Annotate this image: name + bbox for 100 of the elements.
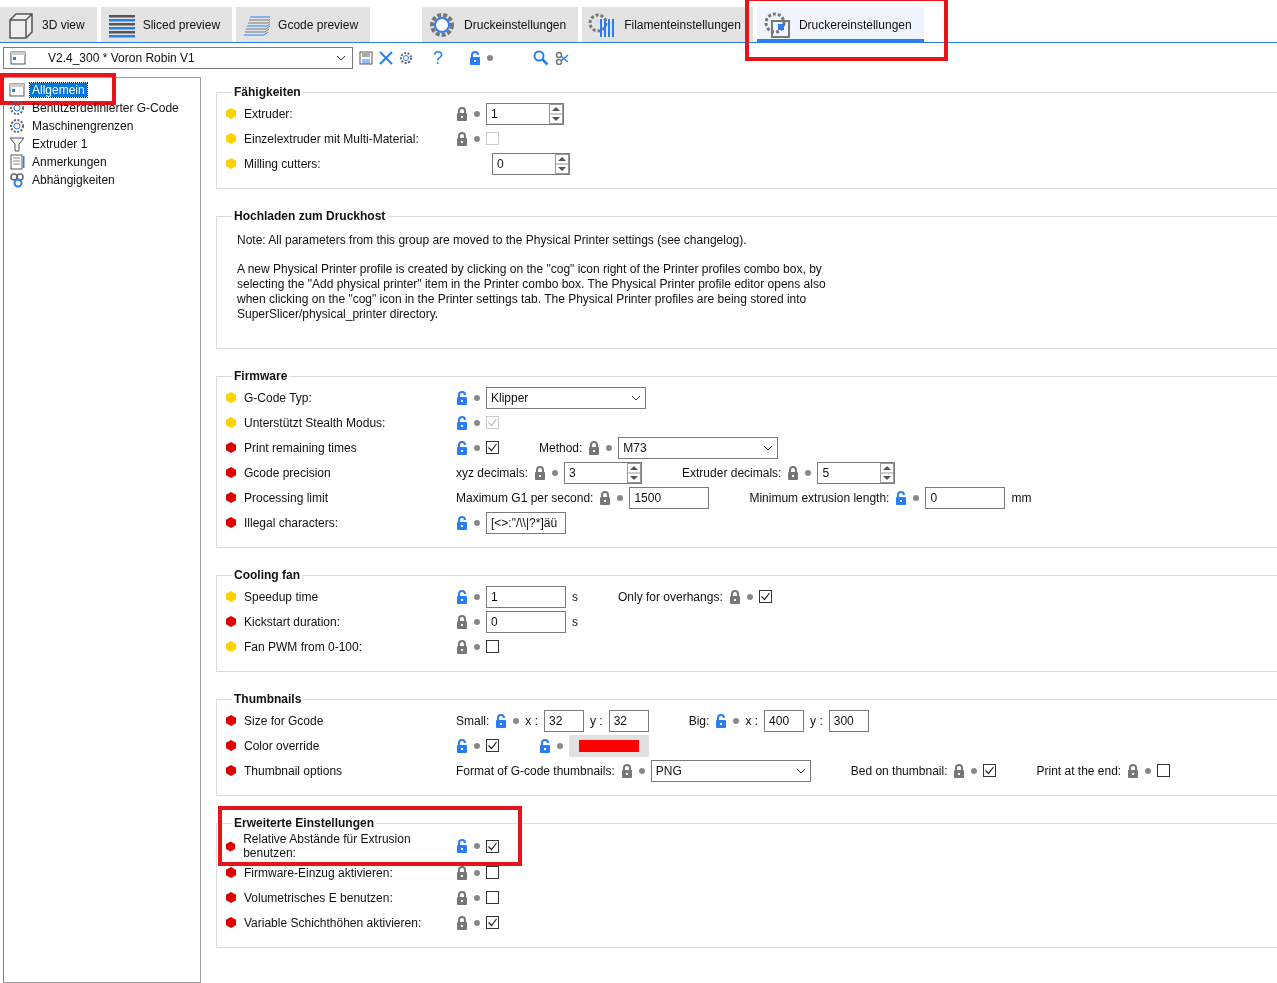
status-dot: [474, 618, 480, 625]
help-button[interactable]: ?: [419, 47, 463, 69]
unlock-icon[interactable]: [456, 440, 468, 455]
status-dot: [513, 717, 520, 724]
group-title: Erweiterte Einstellungen: [233, 816, 376, 830]
unlock-icon[interactable]: [495, 713, 508, 728]
unlock-icon[interactable]: [456, 589, 468, 604]
group-title: Hochladen zum Druckhost: [233, 209, 387, 223]
unlock-icon[interactable]: [895, 490, 908, 505]
checkbox[interactable]: [486, 640, 499, 653]
lock-icon[interactable]: [456, 639, 468, 654]
checkbox[interactable]: [486, 866, 499, 879]
checkbox[interactable]: [983, 764, 997, 777]
setting-label: Illegal characters:: [244, 515, 339, 530]
text-field[interactable]: 1: [486, 585, 566, 608]
spin-field[interactable]: 0: [492, 152, 570, 175]
lock-icon[interactable]: [620, 763, 633, 778]
text-field[interactable]: 1500: [629, 486, 710, 509]
lock-icon[interactable]: [456, 614, 468, 629]
setting-label: Volumetrisches E benutzen:: [244, 890, 393, 905]
lock-icon[interactable]: [456, 865, 468, 880]
status-dot: [474, 444, 480, 451]
lock-icon[interactable]: [456, 106, 468, 121]
unlock-icon[interactable]: [456, 839, 468, 853]
lock-icon[interactable]: [534, 465, 547, 480]
text-field[interactable]: 0: [486, 610, 566, 633]
checkbox[interactable]: [486, 839, 499, 853]
color-picker-button[interactable]: [569, 734, 649, 757]
checkbox[interactable]: [758, 590, 772, 603]
spin-arrows-icon[interactable]: [880, 462, 895, 483]
spin-arrows-icon[interactable]: [555, 153, 569, 174]
spin-field[interactable]: 1: [486, 102, 564, 125]
unlock-icon[interactable]: [469, 51, 481, 65]
lock-icon[interactable]: [787, 465, 800, 480]
lock-icon[interactable]: [456, 890, 468, 905]
settings-icon[interactable]: [399, 51, 413, 65]
text-field[interactable]: 0: [925, 486, 1006, 509]
checkbox[interactable]: [486, 891, 499, 904]
status-dot: [557, 742, 563, 749]
gears-icon: [9, 172, 25, 188]
unlock-icon[interactable]: [456, 738, 468, 753]
unlock-icon[interactable]: [456, 390, 468, 405]
preset-dropdown[interactable]: V2.4_300 * Voron Robin V1: [3, 47, 353, 69]
checkbox[interactable]: [486, 916, 499, 929]
lock-icon[interactable]: [1127, 763, 1140, 778]
tab[interactable]: Filamenteinstellungen: [582, 7, 753, 42]
unlock-icon[interactable]: [539, 738, 551, 753]
setting-label: Milling cutters:: [244, 156, 321, 171]
spin-arrows-icon[interactable]: [549, 103, 563, 124]
tree-item[interactable]: Extruder 1: [30, 137, 90, 151]
text-field[interactable]: [<>:"/\\|?*]äü: [486, 511, 566, 534]
unlock-icon[interactable]: [456, 515, 468, 530]
number-field[interactable]: 32: [608, 709, 649, 732]
tree-item[interactable]: Abhängigkeiten: [30, 173, 117, 187]
lock-icon[interactable]: [588, 440, 601, 455]
lock-icon[interactable]: [728, 589, 741, 604]
checkbox[interactable]: [486, 739, 499, 752]
setting-label: Fan PWM from 0-100:: [244, 639, 363, 654]
tab[interactable]: Druckereinstellungen: [756, 7, 924, 42]
status-dot: [474, 843, 480, 849]
number-field[interactable]: 32: [544, 709, 584, 732]
lock-icon[interactable]: [456, 915, 468, 930]
save-icon[interactable]: [359, 51, 373, 65]
lock-icon[interactable]: [953, 763, 966, 778]
status-dot: [474, 519, 480, 526]
field-label: Big:: [688, 713, 710, 728]
chevron-icon: [631, 394, 641, 401]
unlock-icon[interactable]: [456, 415, 468, 430]
tree-item[interactable]: Maschinengrenzen: [30, 119, 136, 133]
dropdown[interactable]: PNG: [650, 759, 811, 782]
spin-arrows-icon[interactable]: [627, 462, 642, 483]
lock-icon[interactable]: [599, 490, 612, 505]
spin-field[interactable]: 5: [817, 461, 896, 484]
tree-item[interactable]: Allgemein: [30, 83, 87, 97]
number-field[interactable]: 300: [828, 709, 869, 732]
dropdown[interactable]: M73: [618, 436, 779, 459]
close-icon[interactable]: [379, 51, 393, 65]
lock-icon[interactable]: [456, 131, 468, 146]
spin-field[interactable]: 3: [564, 461, 643, 484]
tab[interactable]: Gcode preview: [236, 7, 371, 42]
setting-label: G-Code Typ:: [244, 390, 312, 405]
number-field[interactable]: 400: [764, 709, 805, 732]
tab[interactable]: Druckeinstellungen: [422, 7, 579, 42]
status-dot: [474, 419, 480, 426]
dropdown[interactable]: Klipper: [486, 386, 646, 409]
checkbox[interactable]: [486, 441, 499, 454]
search-icon[interactable]: [533, 50, 549, 66]
tree-item[interactable]: Benutzerdefinierter G-Code: [30, 101, 181, 115]
field-label: Only for overhangs:: [618, 589, 723, 604]
tab[interactable]: Sliced preview: [100, 7, 233, 42]
info-text: A new Physical Printer profile is created by clicking on the "cog" icon right of the Printer profiles combo box, by selecting the "Add physical printer" item in the Printer combo box. The Physical Printer profile editor opens also when clicking on the "cog" icon in the Printer settings tab. The Physical Printer profiles are being stored into SuperSlicer/physical_printer directory.: [237, 262, 827, 322]
setting-label: Extruder:: [244, 106, 293, 121]
unlock-icon[interactable]: [715, 713, 728, 728]
info-text: Note: All parameters from this group are moved to the Physical Printer settings (see changelog).: [237, 233, 748, 248]
tree-item[interactable]: Anmerkungen: [30, 155, 109, 169]
status-dot: [617, 494, 624, 501]
cube-icon: [6, 10, 34, 39]
compare-icon[interactable]: [555, 51, 569, 65]
tab[interactable]: 3D view: [0, 7, 97, 42]
checkbox[interactable]: [1157, 764, 1171, 777]
